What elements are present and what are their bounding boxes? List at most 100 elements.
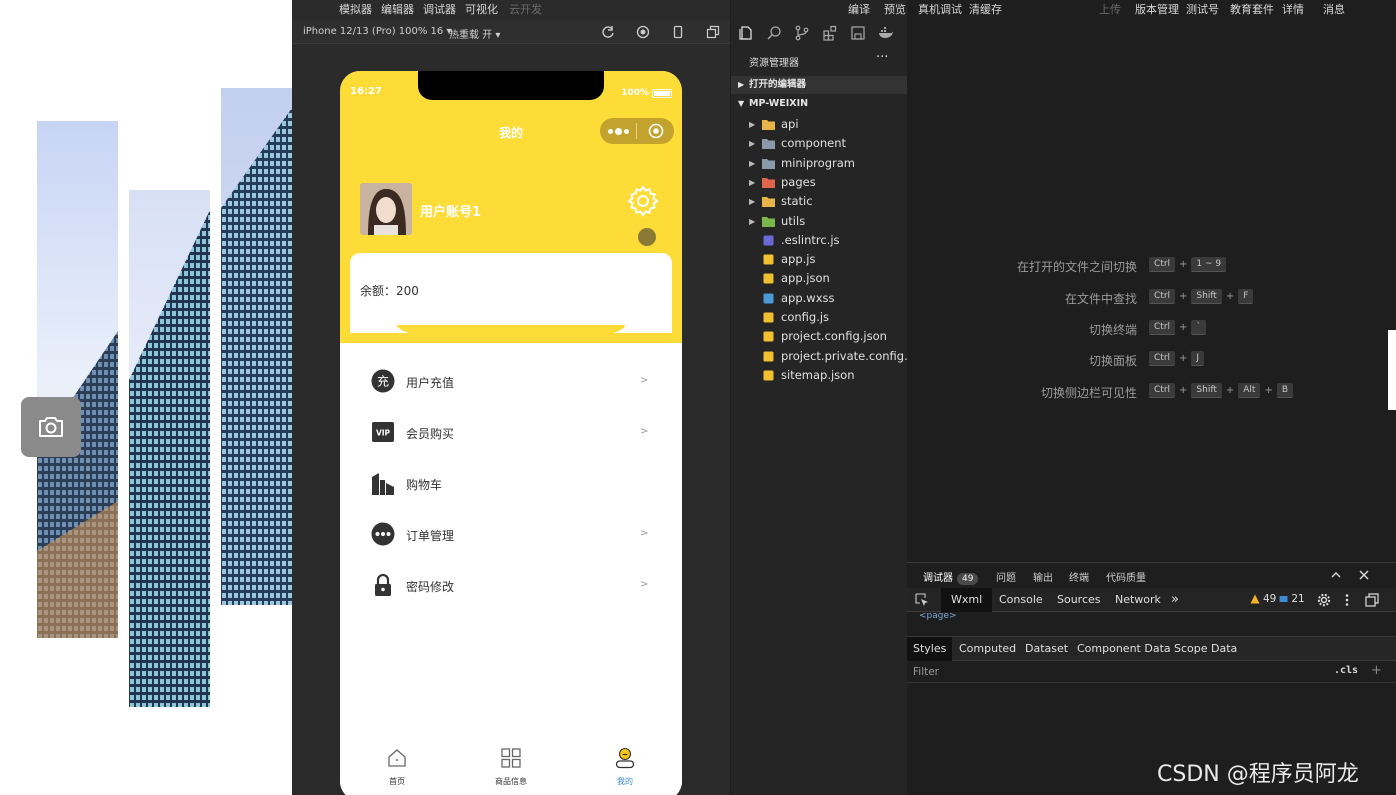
file-name: static xyxy=(781,194,813,209)
phone-icon[interactable] xyxy=(671,25,685,39)
file-item[interactable]: sitemap.json xyxy=(731,366,908,385)
folder-item[interactable]: ▶ component xyxy=(731,134,908,153)
inspect-element-icon[interactable] xyxy=(915,593,929,607)
menu-label: 订单管理 xyxy=(406,529,455,543)
hot-reload-toggle[interactable]: 热重载 开 ▾ xyxy=(449,26,500,41)
menu-debugger[interactable]: 调试器 xyxy=(423,1,456,17)
record-icon[interactable] xyxy=(636,25,650,39)
file-item[interactable]: app.wxss xyxy=(731,289,908,308)
menu-visual[interactable]: 可视化 xyxy=(465,1,498,17)
close-icon[interactable] xyxy=(1359,570,1369,580)
simulator-menubar: 模拟器 编辑器 调试器 可视化 云开发 xyxy=(292,0,730,18)
file-name: sitemap.json xyxy=(781,367,855,382)
preview-button[interactable]: 预览 xyxy=(884,1,906,17)
messages-button[interactable]: 消息 xyxy=(1323,1,1345,17)
file-item[interactable]: project.config.json xyxy=(731,327,908,346)
order-icon xyxy=(371,522,395,546)
kebab-menu-icon[interactable] xyxy=(1344,593,1350,607)
save-icon[interactable] xyxy=(850,25,866,41)
explorer-more-button[interactable]: ··· xyxy=(876,50,888,65)
file-item[interactable]: app.js xyxy=(731,250,908,269)
file-name: pages xyxy=(781,174,816,189)
top-toolbar-right: 编译 预览 真机调试 清缓存 上传 版本管理 测试号 教育套件 详情 消息 xyxy=(848,0,1396,18)
source-control-icon[interactable] xyxy=(794,25,810,41)
styles-filter-input[interactable]: Filter xyxy=(913,666,939,678)
chevron-right-icon: ▶ xyxy=(738,80,745,89)
tab-debugger[interactable]: 调试器 49 xyxy=(923,569,979,585)
chevron-right-icon: ▶ xyxy=(749,120,756,129)
tab-products[interactable]: 商品信息 xyxy=(481,747,541,787)
details-button[interactable]: 详情 xyxy=(1282,1,1304,17)
file-item[interactable]: config.js xyxy=(731,308,908,327)
warning-count-value: 49 xyxy=(1263,593,1277,605)
file-name: component xyxy=(781,136,847,151)
camera-button[interactable] xyxy=(21,397,81,457)
menu-item-cart[interactable]: 购物车 xyxy=(340,462,682,502)
tab-console[interactable]: Console xyxy=(989,588,1053,612)
real-device-debug-button[interactable]: 真机调试 xyxy=(918,1,962,17)
menu-simulator[interactable]: 模拟器 xyxy=(339,1,372,17)
menu-item-orders[interactable]: 订单管理 > xyxy=(340,513,682,553)
dock-icon[interactable] xyxy=(1365,593,1379,607)
folder-item[interactable]: ▶ api xyxy=(731,115,908,134)
compile-button[interactable]: 编译 xyxy=(848,1,870,17)
folder-item[interactable]: ▶ static xyxy=(731,192,908,211)
tab-scope-data[interactable]: Scope Data xyxy=(1168,637,1243,661)
target-icon xyxy=(648,123,663,139)
project-section[interactable]: ▼ MP-WEIXIN xyxy=(731,95,908,113)
menu-item-password[interactable]: 密码修改 > xyxy=(340,564,682,604)
open-editors-section[interactable]: ▶ 打开的编辑器 xyxy=(731,76,908,94)
test-account-button[interactable]: 测试号 xyxy=(1186,1,1219,17)
file-item[interactable]: project.private.config.js... xyxy=(731,347,908,366)
folder-item[interactable]: ▶ miniprogram xyxy=(731,154,908,173)
tab-computed[interactable]: Computed xyxy=(953,637,1022,661)
vip-icon: VIP xyxy=(372,422,394,442)
tab-component-data[interactable]: Component Data xyxy=(1071,637,1177,661)
menu-item-vip[interactable]: VIP 会员购买 > xyxy=(340,411,682,451)
file-item[interactable]: .eslintrc.js xyxy=(731,231,908,250)
docker-icon[interactable] xyxy=(878,25,894,41)
extensions-icon[interactable] xyxy=(822,25,838,41)
tab-home[interactable]: 首页 xyxy=(367,747,427,787)
clear-cache-button[interactable]: 清缓存 xyxy=(969,1,1002,17)
folder-item[interactable]: ▶ utils xyxy=(731,212,908,231)
version-manage-button[interactable]: 版本管理 xyxy=(1135,1,1179,17)
file-icon xyxy=(763,235,774,246)
chevron-up-icon[interactable] xyxy=(1331,571,1341,579)
avatar[interactable] xyxy=(360,183,412,235)
tab-dataset[interactable]: Dataset xyxy=(1019,637,1074,661)
settings-icon[interactable] xyxy=(1317,593,1331,607)
warning-count[interactable]: 49 21 xyxy=(1250,593,1305,605)
close-miniprogram-button[interactable] xyxy=(637,123,674,139)
key-cap: Ctrl xyxy=(1149,351,1176,366)
tab-label: 我的 xyxy=(617,777,633,786)
menu-editor[interactable]: 编辑器 xyxy=(381,1,414,17)
tab-sources[interactable]: Sources xyxy=(1047,588,1111,612)
more-tabs-button[interactable]: » xyxy=(1161,588,1189,612)
upload-button[interactable]: 上传 xyxy=(1099,1,1121,17)
detach-window-icon[interactable] xyxy=(706,25,720,39)
tab-output[interactable]: 输出 xyxy=(1033,569,1053,584)
add-style-rule-button[interactable]: + xyxy=(1371,663,1382,678)
menu-item-recharge[interactable]: 充 用户充值 > xyxy=(340,360,682,400)
tab-styles[interactable]: Styles xyxy=(907,637,953,661)
settings-gear-icon[interactable] xyxy=(626,184,660,218)
key-cap: Ctrl xyxy=(1149,383,1176,398)
tab-problems[interactable]: 问题 xyxy=(996,569,1016,584)
tab-mine[interactable]: 我的 xyxy=(595,747,655,787)
folder-item[interactable]: ▶ pages xyxy=(731,173,908,192)
more-menu-button[interactable] xyxy=(600,127,636,135)
tab-terminal[interactable]: 终端 xyxy=(1069,569,1089,584)
search-icon[interactable] xyxy=(766,25,782,41)
wxml-node[interactable]: <page> xyxy=(919,611,957,621)
device-select[interactable]: iPhone 12/13 (Pro) 100% 16 ▾ xyxy=(303,26,451,37)
files-icon[interactable] xyxy=(738,25,754,41)
building-photo-strip xyxy=(221,88,292,605)
refresh-icon[interactable] xyxy=(601,25,615,39)
tab-code-quality[interactable]: 代码质量 xyxy=(1106,569,1146,584)
file-item[interactable]: app.json xyxy=(731,269,908,288)
tab-wxml[interactable]: Wxml xyxy=(941,588,993,612)
cls-button[interactable]: .cls xyxy=(1334,665,1358,676)
edu-kit-button[interactable]: 教育套件 xyxy=(1230,1,1274,17)
menu-cloud[interactable]: 云开发 xyxy=(509,1,542,17)
